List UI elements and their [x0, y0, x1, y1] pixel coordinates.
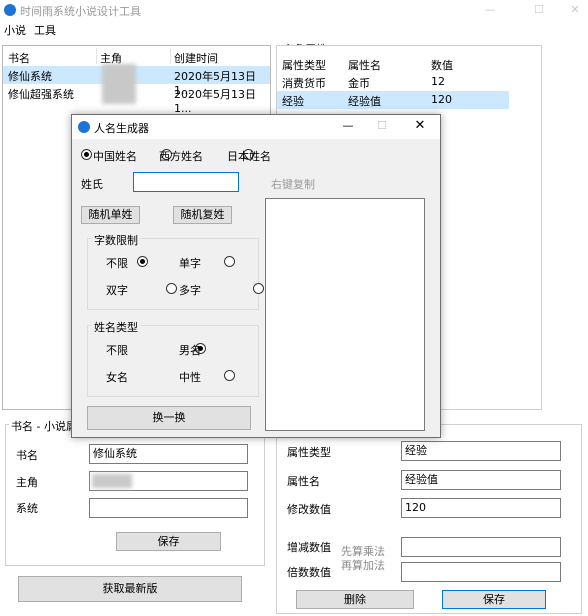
attr-name-field[interactable]: 经验值 [401, 470, 561, 490]
count-multi-label[interactable]: 多字 [179, 282, 201, 298]
type-female-label[interactable]: 女名 [106, 369, 128, 385]
modify-value-label: 修改数值 [287, 503, 331, 516]
count-multi-radio[interactable] [253, 283, 264, 294]
name-type-label: 姓名类型 [92, 319, 140, 335]
attr-col-type[interactable]: 属性类型 [282, 57, 326, 73]
count-single-radio[interactable] [224, 256, 235, 267]
book-name-field[interactable]: 修仙系统 [89, 444, 248, 464]
add-value-field[interactable] [401, 537, 561, 557]
maximize-icon[interactable]: ☐ [529, 3, 549, 16]
row-type: 经验 [282, 95, 304, 108]
dialog-title: 人名生成器 [94, 122, 149, 135]
attr-type-field[interactable]: 经验 [401, 441, 561, 461]
generated-names-list[interactable] [265, 198, 425, 431]
hero-label: 主角 [16, 476, 38, 489]
surname-input[interactable] [133, 172, 239, 192]
col-header-name[interactable]: 书名 [8, 50, 30, 66]
dialog-maximize-icon: ☐ [377, 119, 387, 132]
char-count-group [87, 238, 259, 310]
count-any-label[interactable]: 不限 [106, 255, 128, 271]
table-row[interactable]: 消费货币 金币 12 [277, 73, 509, 91]
hero-redacted [92, 474, 132, 488]
count-double-radio[interactable] [165, 283, 177, 294]
row-name: 修仙系统 [8, 70, 52, 83]
multiply-value-label: 倍数数值 [287, 566, 331, 579]
radio-japanese-label[interactable]: 日本姓名 [227, 148, 271, 164]
add-value-label: 增减数值 [287, 541, 331, 554]
system-field[interactable] [89, 498, 248, 518]
count-double-label[interactable]: 双字 [106, 282, 128, 298]
attr-name-label: 属性名 [287, 475, 320, 488]
main-title-bar: 时间雨系统小说设计工具 — ☐ ✕ [0, 0, 588, 22]
surname-label: 姓氏 [81, 178, 103, 191]
book-name-label: 书名 [16, 449, 38, 462]
add-after-hint: 再算加法 [341, 559, 385, 572]
delete-attr-button[interactable]: 删除 [296, 590, 414, 609]
row-type: 消费货币 [282, 77, 326, 90]
dialog-title-bar: 人名生成器 — ☐ ✕ [72, 115, 440, 139]
char-count-label: 字数限制 [92, 232, 140, 248]
dialog-close-icon[interactable]: ✕ [412, 118, 428, 133]
multiply-value-field[interactable] [401, 562, 561, 582]
count-any-radio[interactable] [136, 256, 148, 267]
row-value: 12 [431, 75, 445, 88]
dialog-app-icon [78, 121, 90, 133]
random-double-surname-button[interactable]: 随机复姓 [173, 206, 232, 224]
count-single-label[interactable]: 单字 [179, 255, 201, 271]
row-name: 金币 [348, 77, 370, 90]
type-male-label[interactable]: 男名 [179, 342, 201, 358]
get-latest-button[interactable]: 获取最新版 [18, 576, 242, 602]
table-row[interactable]: 修仙系统 2020年5月13日1... [3, 66, 270, 97]
col-divider [170, 48, 171, 64]
app-icon [4, 4, 16, 16]
type-neutral-label[interactable]: 中性 [179, 369, 201, 385]
book-save-button[interactable]: 保存 [116, 532, 221, 551]
menu-bar: 小说 工具 [0, 20, 588, 38]
attr-type-label: 属性类型 [287, 446, 331, 459]
radio-western-label[interactable]: 西方姓名 [159, 148, 203, 164]
menu-novel[interactable]: 小说 [4, 22, 26, 38]
row-created: 2020年5月13日1... [174, 88, 256, 115]
attr-col-value[interactable]: 数值 [431, 57, 453, 73]
row-name: 经验值 [348, 95, 381, 108]
save-attr-button[interactable]: 保存 [442, 590, 546, 609]
dialog-minimize-icon[interactable]: — [340, 119, 356, 132]
copy-hint: 右键复制 [271, 178, 315, 191]
name-type-group [87, 325, 259, 397]
modify-value-field[interactable]: 120 [401, 498, 561, 518]
system-label: 系统 [16, 502, 38, 515]
radio-chinese-name[interactable] [81, 149, 92, 160]
row-name: 修仙超强系统 [8, 88, 74, 101]
type-female-radio[interactable] [223, 370, 235, 381]
row-value: 120 [431, 93, 452, 106]
random-single-surname-button[interactable]: 随机单姓 [81, 206, 140, 224]
attr-col-name[interactable]: 属性名 [348, 57, 381, 73]
col-header-created[interactable]: 创建时间 [174, 50, 218, 66]
hero-redacted [102, 64, 136, 104]
table-row[interactable]: 经验 经验值 120 [277, 91, 509, 109]
minimize-icon[interactable]: — [480, 3, 500, 16]
window-title: 时间雨系统小说设计工具 [20, 5, 141, 18]
radio-chinese-label[interactable]: 中国姓名 [93, 148, 137, 164]
type-any-label[interactable]: 不限 [106, 342, 128, 358]
menu-tools[interactable]: 工具 [34, 22, 56, 38]
table-row[interactable]: 修仙超强系统 2020年5月13日1... [3, 84, 270, 115]
close-icon[interactable]: ✕ [565, 3, 585, 16]
refresh-names-button[interactable]: 换一换 [87, 406, 251, 430]
col-divider [96, 48, 97, 64]
